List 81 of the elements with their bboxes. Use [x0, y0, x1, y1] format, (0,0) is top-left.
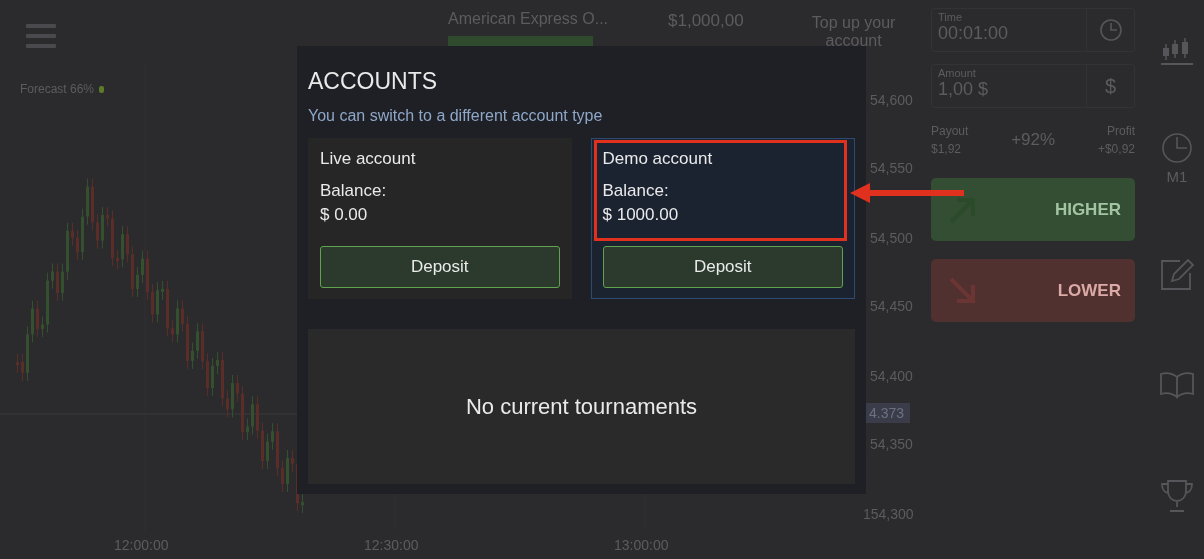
candlestick	[106, 206, 109, 227]
candlestick	[256, 395, 259, 440]
dialog-subtitle: You can switch to a different account type	[308, 107, 604, 125]
candlestick	[161, 280, 164, 301]
candlestick	[126, 225, 129, 263]
candlestick	[111, 209, 114, 267]
candlestick-icon[interactable]	[1160, 36, 1194, 66]
balance-value: $ 1000.00	[602, 205, 680, 225]
candlestick	[241, 385, 244, 441]
candlestick	[136, 266, 139, 298]
menu-icon[interactable]	[26, 22, 56, 50]
candlestick	[36, 300, 39, 338]
candlestick	[16, 353, 19, 374]
candlestick	[171, 319, 174, 343]
candlestick	[131, 245, 134, 298]
candlestick	[201, 322, 204, 370]
candlestick	[196, 322, 199, 360]
candlestick	[46, 272, 49, 334]
account-card[interactable]: Live account Balance: $ 0.00 Deposit	[308, 138, 572, 299]
balance-label: Balance:	[320, 181, 388, 201]
candlestick	[21, 353, 24, 382]
empty-message: No current tournaments	[465, 393, 698, 420]
candlestick	[221, 351, 224, 407]
candlestick	[266, 433, 269, 470]
candlestick	[281, 459, 284, 493]
candlestick	[216, 351, 219, 375]
candlestick	[81, 208, 84, 261]
candlestick	[66, 222, 69, 281]
candlestick	[291, 449, 294, 473]
account-name: Live account	[320, 149, 417, 169]
candlestick	[231, 374, 234, 418]
candlestick	[61, 263, 64, 302]
candlestick	[211, 357, 214, 397]
candlestick	[141, 250, 144, 284]
lower-button[interactable]: LOWER	[931, 259, 1135, 322]
candlestick	[41, 316, 44, 338]
candlestick	[276, 422, 279, 477]
candlestick	[51, 262, 54, 290]
book-icon[interactable]	[1159, 369, 1195, 399]
account-name: Demo account	[602, 149, 714, 169]
balance-label: Balance:	[602, 181, 670, 201]
candlestick	[151, 283, 154, 323]
candlestick	[191, 342, 194, 370]
candlestick	[251, 395, 254, 436]
candlestick	[156, 281, 159, 323]
candlestick	[56, 262, 59, 302]
candlestick	[96, 214, 99, 250]
candlestick	[301, 493, 304, 514]
candlestick	[246, 418, 249, 441]
candlestick	[206, 352, 209, 397]
higher-button[interactable]: HIGHER	[931, 178, 1135, 241]
candlestick	[226, 389, 229, 418]
edit-icon[interactable]	[1160, 257, 1194, 291]
candlestick	[146, 250, 149, 301]
candlestick	[71, 222, 74, 247]
dialog-title: ACCOUNTS	[308, 68, 439, 95]
candlestick	[31, 300, 34, 343]
deposit-button[interactable]: Deposit	[320, 246, 560, 288]
candlestick	[121, 225, 124, 268]
candlestick	[91, 178, 94, 231]
candlestick	[26, 325, 29, 382]
clock-icon[interactable]	[1098, 18, 1123, 42]
candlestick	[86, 178, 89, 226]
balance-value: $ 0.00	[320, 205, 369, 225]
deposit-button[interactable]: Deposit	[602, 246, 843, 288]
candlestick	[236, 374, 239, 403]
candlestick	[181, 299, 184, 333]
current-price-label: 4.373	[863, 403, 911, 423]
candlestick	[286, 449, 289, 493]
clock-icon[interactable]	[1161, 132, 1193, 164]
candlestick	[186, 315, 189, 370]
candlestick	[176, 299, 179, 343]
account-card[interactable]: Demo account Balance: $ 1000.00 Deposit	[590, 138, 855, 299]
candlestick	[116, 249, 119, 270]
trophy-icon[interactable]	[1159, 479, 1195, 513]
candlestick	[261, 422, 264, 470]
candlestick	[166, 280, 169, 337]
candlestick	[101, 206, 104, 250]
candlestick	[271, 422, 274, 451]
currency-button[interactable]: $	[1104, 74, 1117, 98]
candlestick	[76, 229, 79, 261]
